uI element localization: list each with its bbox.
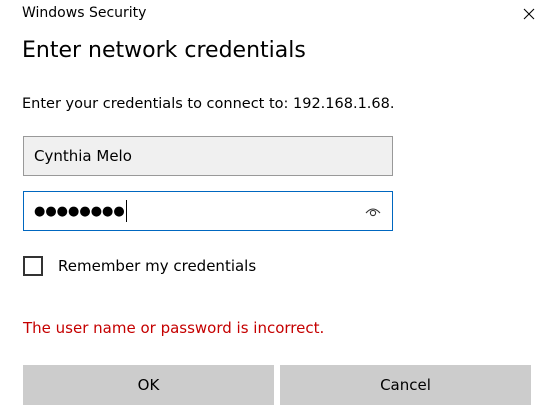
username-field[interactable] (23, 136, 393, 176)
window-title: Windows Security (22, 5, 147, 21)
ok-button[interactable]: OK (23, 365, 274, 405)
close-button[interactable] (506, 0, 552, 28)
connect-message: Enter your credentials to connect to: 19… (22, 96, 395, 112)
title-bar: Windows Security (0, 0, 552, 28)
remember-credentials-label[interactable]: Remember my credentials (58, 256, 256, 276)
password-masked-text: ●●●●●●●● (34, 203, 125, 219)
text-caret (125, 200, 127, 222)
cancel-button[interactable]: Cancel (280, 365, 531, 405)
password-field[interactable]: ●●●●●●●● (23, 191, 393, 231)
credentials-dialog: Windows Security Enter network credentia… (0, 0, 552, 416)
error-message: The user name or password is incorrect. (23, 319, 325, 337)
remember-credentials-checkbox[interactable] (23, 256, 43, 276)
dialog-heading: Enter network credentials (22, 38, 306, 63)
close-icon (523, 8, 535, 20)
remember-credentials-row: Remember my credentials (23, 253, 256, 279)
reveal-password-button[interactable] (364, 203, 382, 219)
password-value: ●●●●●●●● (34, 200, 127, 222)
eye-icon (365, 208, 381, 217)
